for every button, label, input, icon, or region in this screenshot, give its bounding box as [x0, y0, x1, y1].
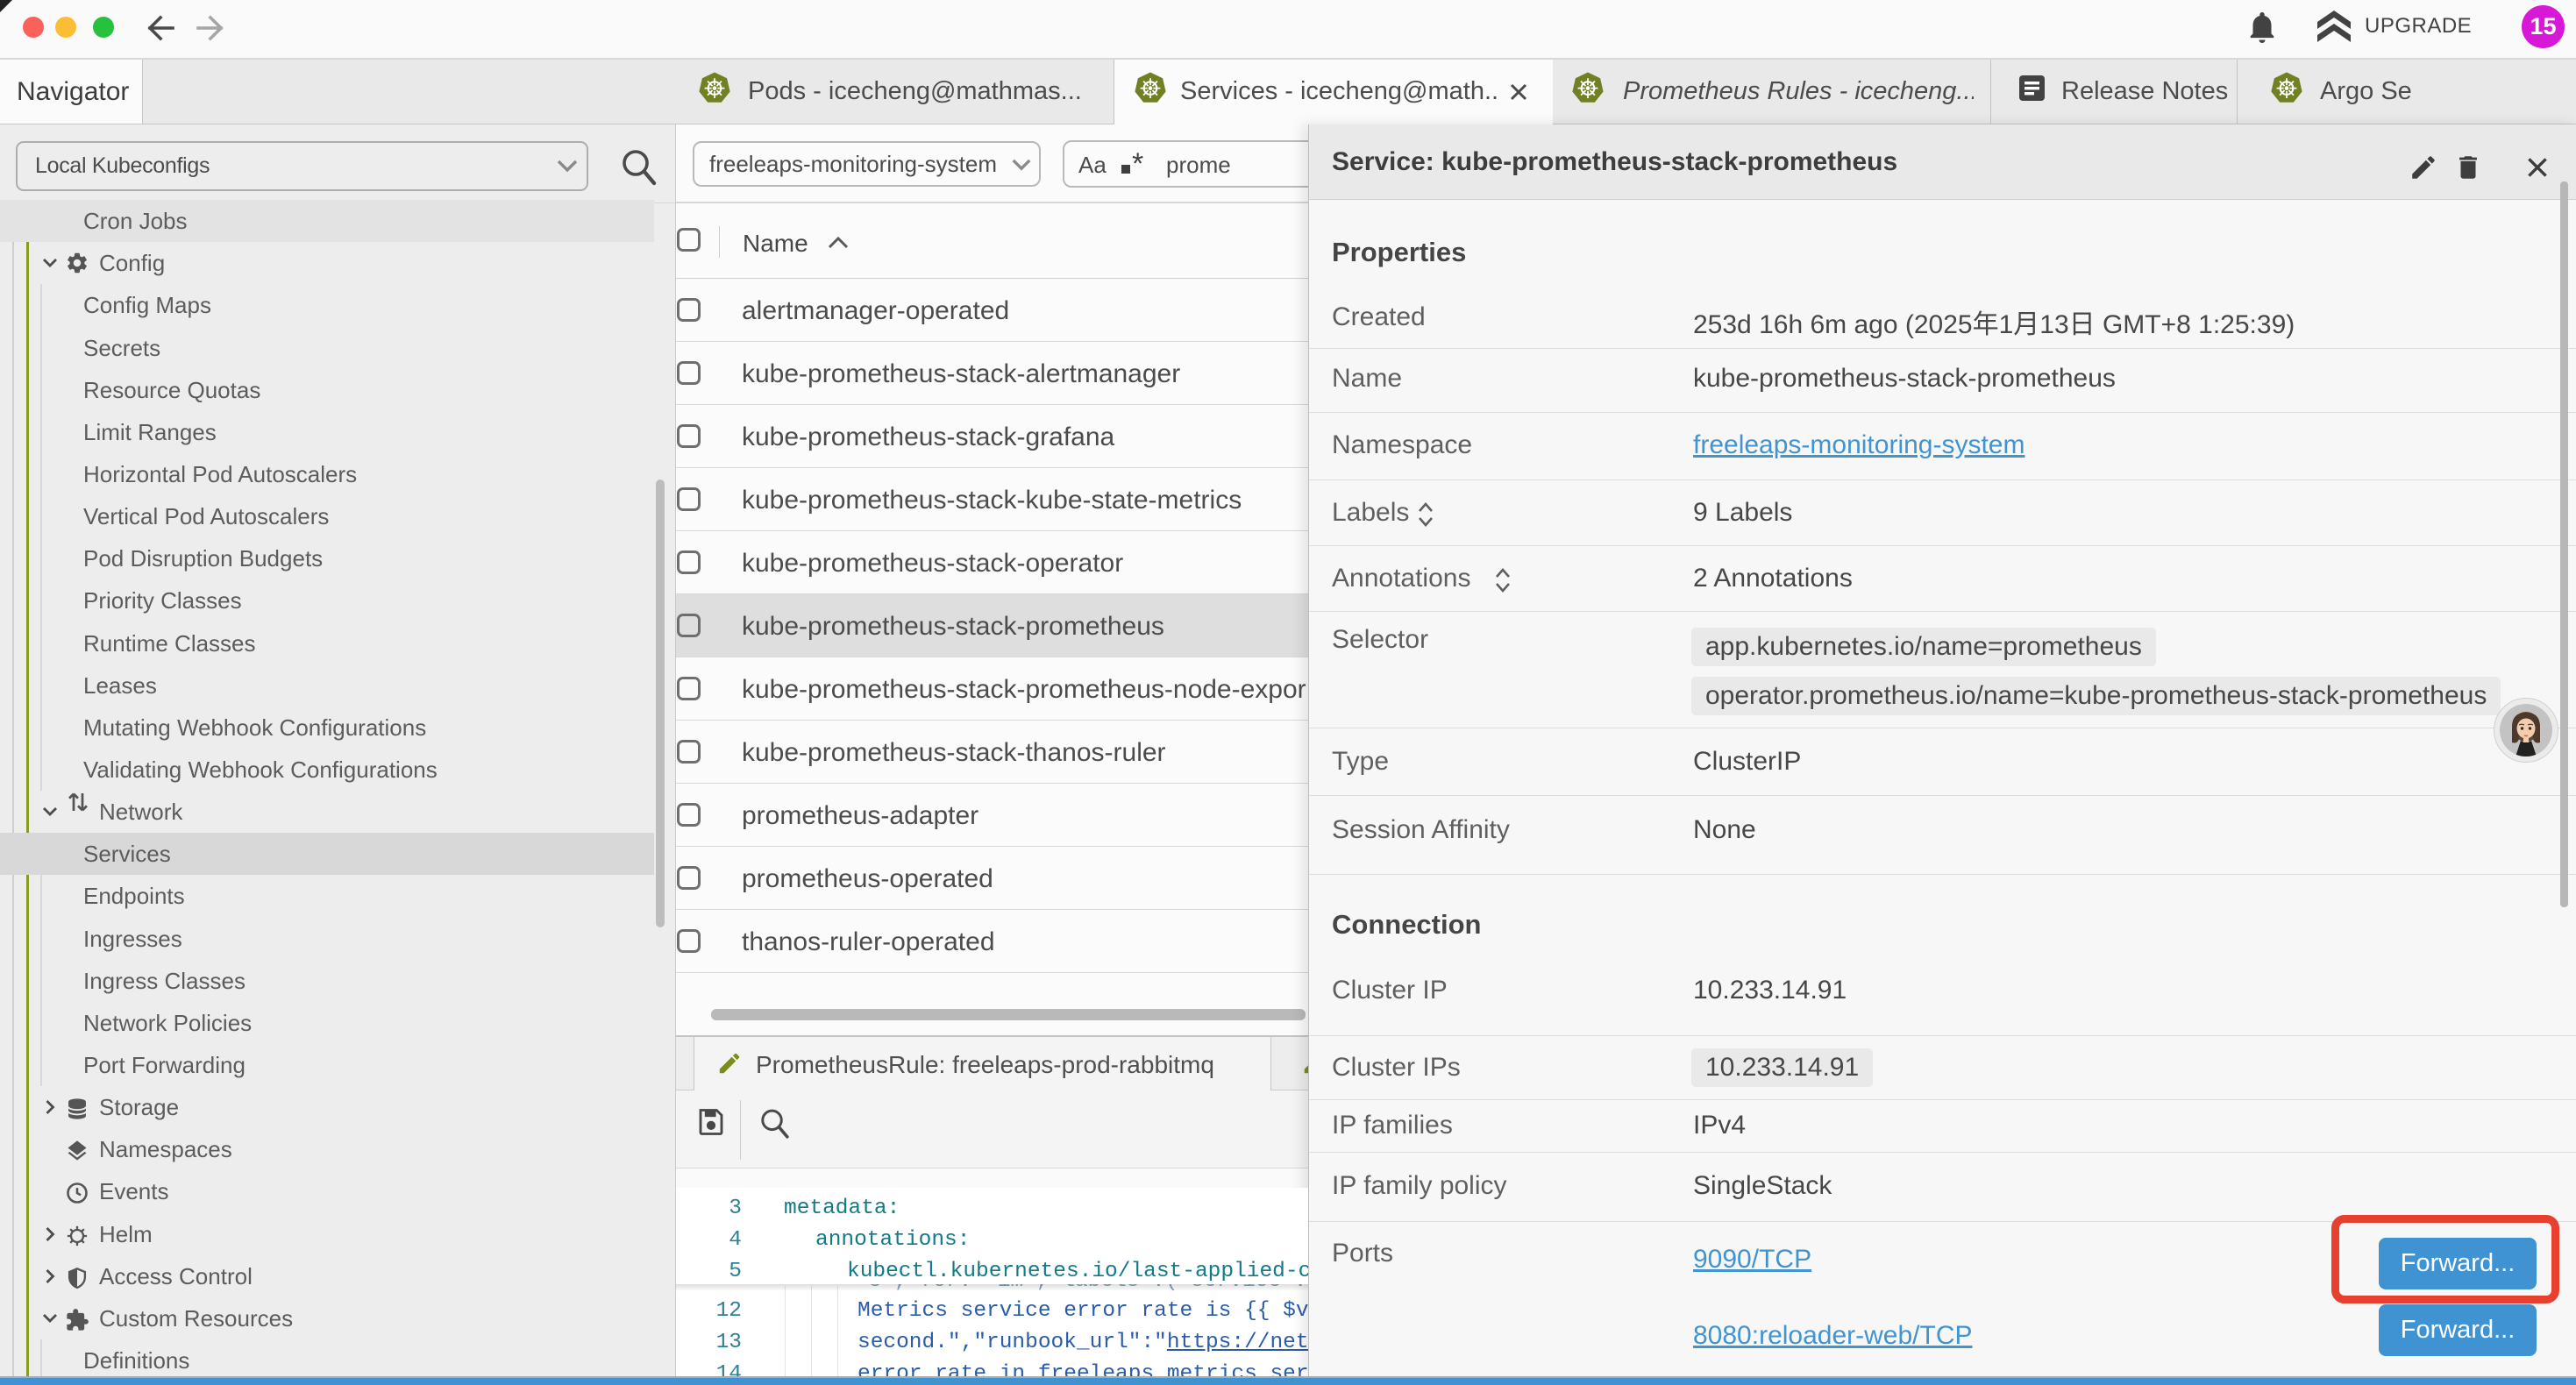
svg-text:*: * — [1132, 151, 1143, 179]
